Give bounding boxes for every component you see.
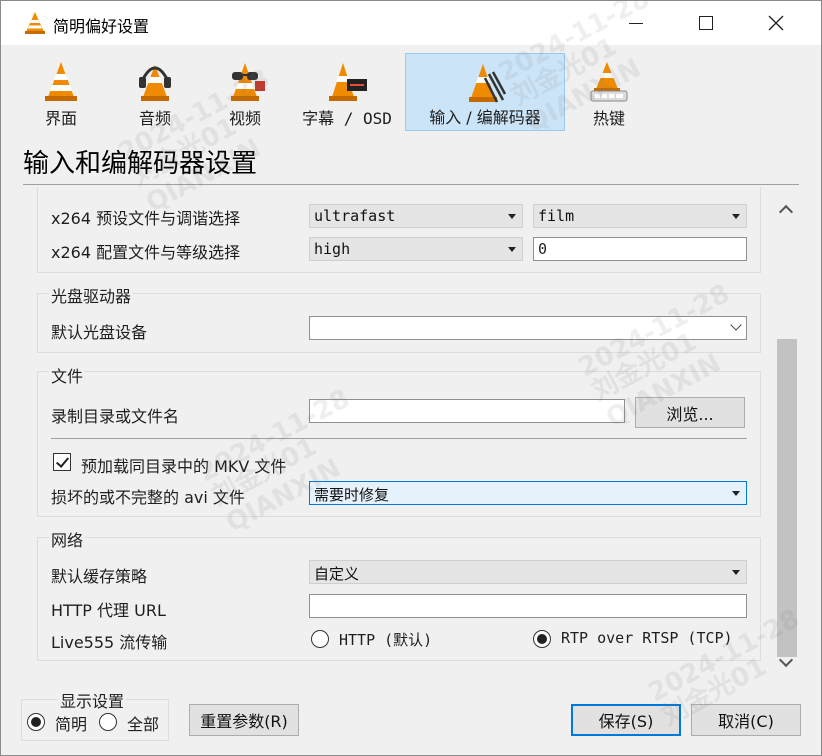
preload-mkv-label: 预加载同目录中的 MKV 文件 [81, 457, 287, 476]
x264-profile-value: high [314, 240, 351, 258]
save-button[interactable]: 保存(S) [571, 704, 681, 736]
tab-label: 音频 [138, 109, 171, 128]
tab-label: 热键 [592, 109, 625, 128]
vlc-cone-icon [25, 12, 45, 34]
close-icon [768, 15, 784, 31]
tab-label: 字幕 / OSD [302, 109, 392, 128]
tab-interface[interactable]: 界面 [25, 53, 97, 131]
minimize-button[interactable] [601, 1, 671, 45]
preload-mkv-checkbox[interactable] [53, 453, 71, 471]
interface-cone-icon [45, 62, 77, 101]
avi-repair-label: 损坏的或不完整的 avi 文件 [51, 488, 245, 507]
page-title: 输入和编解码器设置 [23, 149, 258, 179]
browse-button-label: 浏览... [666, 404, 714, 424]
tab-video[interactable]: 视频 [209, 53, 281, 131]
tab-subtitles-osd[interactable]: 字幕 / OSD [297, 53, 397, 131]
record-path-label: 录制目录或文件名 [51, 407, 180, 426]
tab-hotkeys[interactable]: 热键 [577, 53, 641, 131]
x264-preset-value: ultrafast [314, 207, 396, 225]
avi-repair-select[interactable]: 需要时修复 [309, 481, 747, 505]
video-glasses-cone-icon [231, 63, 265, 101]
live555-http-radio[interactable] [311, 630, 329, 648]
minimize-icon [629, 22, 643, 24]
cancel-button-label: 取消(C) [718, 712, 774, 731]
save-button-label: 保存(S) [598, 712, 654, 731]
tab-audio[interactable]: 音频 [117, 53, 193, 131]
input-codecs-cone-icon [469, 64, 507, 103]
x264-preset-label: x264 预设文件与调谐选择 [51, 209, 241, 228]
x264-profile-select[interactable]: high [309, 237, 523, 261]
dropdown-arrow-icon [732, 214, 740, 219]
show-simple-radio[interactable] [27, 713, 45, 731]
audio-headphones-cone-icon [139, 65, 171, 101]
show-simple-label: 简明 [55, 715, 88, 734]
x264-tune-value: film [538, 207, 575, 225]
http-proxy-label: HTTP 代理 URL [51, 601, 166, 620]
dropdown-arrow-icon [732, 570, 740, 575]
maximize-icon [699, 16, 713, 30]
show-all-label: 全部 [127, 715, 160, 734]
live555-rtsp-radio[interactable] [533, 630, 551, 648]
browse-button[interactable]: 浏览... [635, 397, 745, 428]
cancel-button[interactable]: 取消(C) [691, 704, 801, 736]
show-settings-title: 显示设置 [58, 688, 127, 712]
live555-label: Live555 流传输 [51, 633, 168, 652]
live555-http-label: HTTP (默认) [339, 631, 433, 649]
cache-policy-value: 自定义 [314, 565, 360, 583]
x264-profile-label: x264 配置文件与等级选择 [51, 243, 241, 262]
tab-label: 界面 [44, 109, 77, 128]
hotkeys-cone-icon [590, 62, 628, 102]
window-title: 简明偏好设置 [53, 17, 150, 36]
files-divider [51, 438, 747, 439]
title-bar: 简明偏好设置 [1, 1, 821, 45]
subtitles-cone-icon [329, 63, 367, 101]
cache-policy-label: 默认缓存策略 [51, 567, 148, 586]
dropdown-arrow-icon [508, 247, 516, 252]
x264-tune-select[interactable]: film [533, 204, 747, 228]
maximize-button[interactable] [671, 1, 741, 45]
optical-drive-title: 光盘驱动器 [49, 283, 134, 307]
dropdown-arrow-icon [508, 214, 516, 219]
close-button[interactable] [741, 1, 811, 45]
tab-label: 视频 [228, 109, 261, 128]
network-title: 网络 [49, 527, 86, 551]
tab-label: 输入 / 编解码器 [429, 108, 541, 127]
live555-rtsp-label: RTP over RTSP (TCP) [561, 629, 733, 647]
reset-preferences-button[interactable]: 重置参数(R) [189, 704, 299, 736]
preferences-window: 简明偏好设置 界面 音频 视频 字幕 / OSD 输入 / 编解码器 热键 输入… [0, 0, 822, 756]
settings-scroll-area: x264 预设文件与调谐选择 ultrafast film x264 配置文件与… [37, 187, 799, 677]
reset-button-label: 重置参数(R) [200, 712, 288, 731]
optical-device-label: 默认光盘设备 [51, 323, 148, 342]
scroll-up-icon[interactable] [778, 204, 794, 220]
http-proxy-input[interactable] [309, 594, 747, 618]
tab-input-codecs[interactable]: 输入 / 编解码器 [405, 53, 565, 131]
chevron-down-icon [730, 319, 742, 331]
show-all-radio[interactable] [99, 713, 117, 731]
dropdown-arrow-icon [732, 491, 740, 496]
avi-repair-value: 需要时修复 [314, 486, 390, 504]
heading-divider [23, 184, 799, 185]
vertical-scrollbar[interactable] [775, 197, 799, 675]
x264-preset-select[interactable]: ultrafast [309, 204, 523, 228]
scrollbar-thumb[interactable] [777, 339, 797, 657]
optical-device-select[interactable] [309, 316, 747, 340]
x264-level-value: 0 [538, 240, 548, 258]
files-title: 文件 [49, 363, 86, 387]
record-path-input[interactable] [309, 399, 625, 423]
cache-policy-select[interactable]: 自定义 [309, 560, 747, 584]
x264-level-input[interactable]: 0 [533, 237, 747, 261]
